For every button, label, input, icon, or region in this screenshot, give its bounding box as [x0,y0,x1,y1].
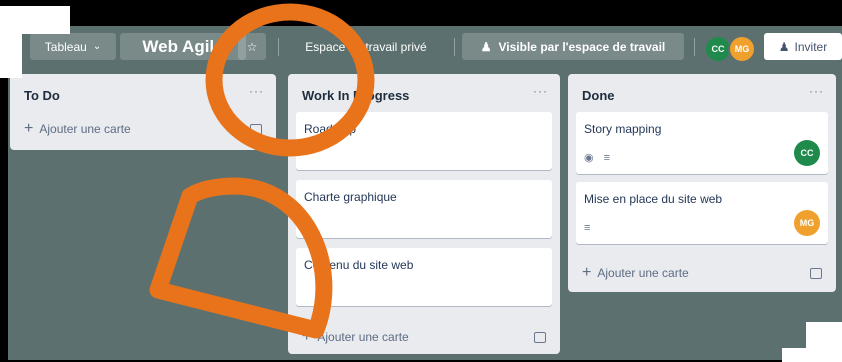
board-header: Tableau ⌄ Web Agile ☆ Espace de travail … [8,26,842,66]
plus-icon: + [582,264,592,281]
avatar-initials: MG [799,218,815,228]
add-card-button[interactable]: + Ajouter une carte [24,120,131,137]
divider [694,38,695,56]
card-member-avatar[interactable]: CC [794,140,820,166]
card[interactable]: Mise en place du site web ≡ MG [576,182,828,244]
divider [278,38,279,56]
board-menu-label: Tableau [44,39,87,54]
redaction-block [0,30,22,78]
avatar-initials: MG [734,44,750,54]
card-template-icon[interactable] [534,332,546,343]
visibility-button[interactable]: ♟ Visible par l'espace de travail [462,33,684,60]
card-badges: ◉ ≡ [584,151,611,165]
eye-icon: ◉ [584,152,594,164]
list-done: Done ··· Story mapping ◉ ≡ CC Mise en pl… [568,74,836,292]
avatar-initials: CC [800,148,814,158]
star-icon: ☆ [246,39,258,54]
star-button[interactable]: ☆ [238,33,266,60]
plus-icon: + [302,328,312,345]
board-view-switcher[interactable]: Tableau ⌄ [30,33,116,60]
plus-icon: + [24,120,34,137]
redaction-block [782,348,812,362]
card-template-icon[interactable] [250,124,262,135]
avatar-initials: CC [711,44,725,54]
card-badges: ≡ [584,222,590,234]
add-card-label: Ajouter une carte [317,330,409,344]
card-template-icon[interactable] [810,268,822,279]
board-canvas: Tableau ⌄ Web Agile ☆ Espace de travail … [8,26,842,360]
list-menu-button[interactable]: ··· [809,84,824,98]
screenshot: Tableau ⌄ Web Agile ☆ Espace de travail … [0,0,842,362]
avatar[interactable]: MG [728,35,756,63]
card-title: Mise en place du site web [584,192,723,206]
list-menu-button[interactable]: ··· [533,84,548,98]
add-card-button[interactable]: + Ajouter une carte [582,264,689,281]
list-title: Done [582,88,615,103]
list-title: Work In Progress [302,88,410,103]
list-todo: To Do ··· + Ajouter une carte [10,74,276,150]
divider [454,38,455,56]
card[interactable]: Contenu du site web [296,248,552,306]
add-card-label: Ajouter une carte [597,266,689,280]
card-title: Contenu du site web [304,258,414,272]
description-icon: ≡ [603,151,611,164]
chevron-down-icon: ⌄ [92,41,102,52]
board-title[interactable]: Web Agile [120,33,246,60]
list-wip: Work In Progress ··· Roadmap Charte grap… [288,74,560,354]
invite-label: Inviter [794,39,828,54]
add-card-label: Ajouter une carte [39,122,131,136]
workspace-button[interactable]: Espace de travail privé [286,33,446,60]
people-icon: ♟ [480,39,492,54]
invite-button[interactable]: ♟ Inviter [764,33,842,60]
card-title: Roadmap [304,122,357,136]
description-icon: ≡ [584,222,591,234]
card[interactable]: Story mapping ◉ ≡ CC [576,112,828,174]
list-menu-button[interactable]: ··· [249,84,264,98]
list-title: To Do [24,88,60,103]
card-title: Charte graphique [304,190,397,204]
card[interactable]: Roadmap [296,112,552,170]
card-title: Story mapping [584,122,662,136]
card[interactable]: Charte graphique [296,180,552,238]
add-person-icon: ♟ [778,39,790,54]
card-member-avatar[interactable]: MG [794,210,820,236]
add-card-button[interactable]: + Ajouter une carte [302,328,409,345]
visibility-label: Visible par l'espace de travail [498,39,666,54]
